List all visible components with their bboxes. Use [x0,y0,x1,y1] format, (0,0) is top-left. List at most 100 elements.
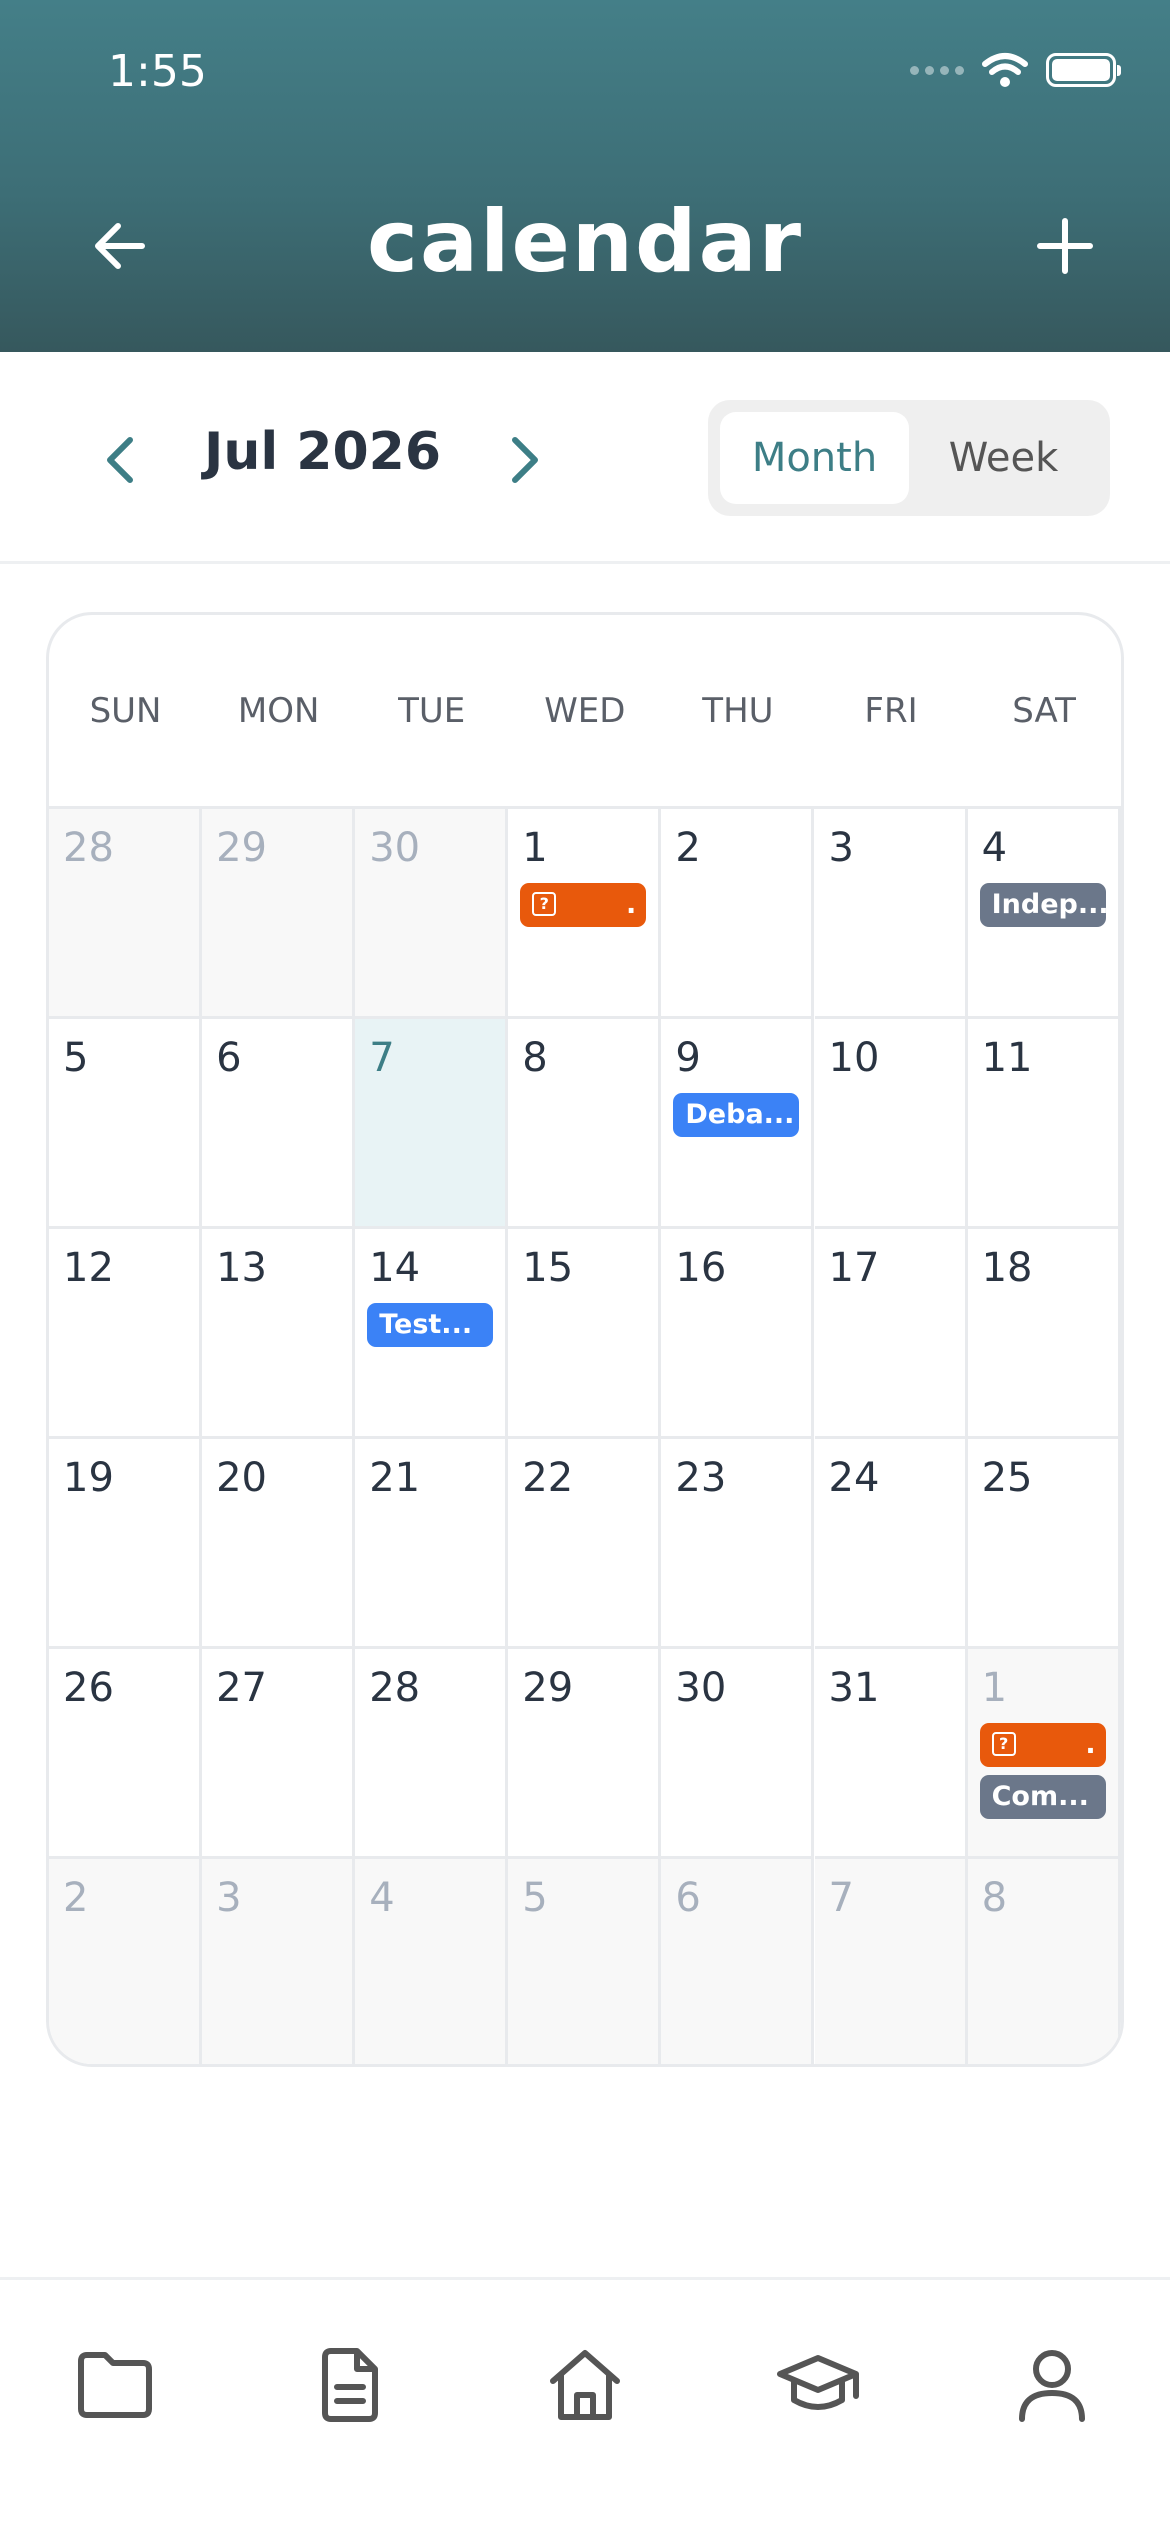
chevron-left-icon[interactable] [95,430,145,490]
day-cell[interactable]: 1?. [508,809,662,1019]
day-cell[interactable]: 17 [814,1229,968,1439]
event-chip[interactable]: Deba... [673,1093,800,1137]
calendar-screen: 1:55 calendar Jul 2026 Month Week SUN MO… [0,0,1170,2532]
day-cell[interactable]: 5 [508,1859,662,2064]
weekday-label: MON [237,691,320,731]
battery-icon [1046,53,1121,87]
day-cell[interactable]: 25 [967,1439,1121,1649]
event-chip[interactable]: Com... [979,1775,1106,1819]
day-cell[interactable]: 23 [661,1439,815,1649]
month-view-button[interactable]: Month [720,412,909,504]
day-number: 30 [675,1665,727,1711]
day-cell[interactable]: 2 [661,809,815,1019]
day-cell[interactable]: 15 [508,1229,662,1439]
day-number: 9 [675,1035,701,1081]
month-label: Jul 2026 [203,422,442,482]
day-cell[interactable]: 29 [202,809,356,1019]
chevron-right-icon[interactable] [500,430,550,490]
calendar-grid-card: SUN MON TUE WED THU FRI SAT 28 29 30 1?. 2 3 4… [46,612,1124,2067]
day-number: 13 [216,1245,267,1291]
day-number: 29 [522,1665,574,1711]
day-cell[interactable]: 8 [967,1859,1121,2064]
day-cell[interactable]: 24 [814,1439,968,1649]
weekday-header: SUN MON TUE WED THU FRI SAT [49,615,1121,809]
day-cell[interactable]: 2 [49,1859,203,2064]
add-icon[interactable] [1034,215,1096,277]
day-cell[interactable]: 27 [202,1649,356,1859]
weekday-label: SAT [1012,691,1076,731]
day-number: 8 [981,1875,1008,1921]
day-cell[interactable]: 1?. Com... [967,1649,1121,1859]
graduation-cap-icon[interactable] [773,2340,863,2430]
day-number: 4 [981,825,1008,871]
profile-icon[interactable] [1007,2340,1097,2430]
day-number: 7 [828,1875,854,1921]
home-icon[interactable] [540,2340,630,2430]
folder-icon[interactable] [70,2340,160,2430]
question-icon: ? [532,891,557,916]
day-number: 3 [216,1875,242,1921]
day-cell[interactable]: 3 [202,1859,356,2064]
event-chip[interactable]: ?. [979,1723,1106,1767]
day-cell[interactable]: 21 [355,1439,509,1649]
day-cell[interactable]: 28 [355,1649,509,1859]
day-cell[interactable]: 8 [508,1019,662,1229]
view-toggle: Month Week [708,400,1110,516]
day-cell[interactable]: 28 [49,809,203,1019]
day-cell[interactable]: 18 [967,1229,1121,1439]
event-chip[interactable]: ?. [520,883,647,927]
event-label: . [626,889,637,920]
weekday-label: TUE [398,691,466,731]
day-number: 2 [63,1875,89,1921]
day-number: 17 [828,1245,880,1291]
day-cell[interactable]: 31 [814,1649,968,1859]
day-number: 21 [369,1455,421,1501]
day-number: 1 [522,825,548,871]
calendar-toolbar: Jul 2026 Month Week [0,352,1170,564]
wifi-icon [982,53,1028,87]
day-cell[interactable]: 29 [508,1649,662,1859]
day-cell[interactable]: 5 [49,1019,203,1229]
day-cell[interactable]: 19 [49,1439,203,1649]
day-cell[interactable]: 11 [967,1019,1121,1229]
day-cell[interactable]: 4 [355,1859,509,2064]
day-cell[interactable]: 3 [814,809,968,1019]
day-number: 5 [522,1875,548,1921]
day-cell[interactable]: 30 [661,1649,815,1859]
weekday-label: FRI [864,691,918,731]
day-number: 27 [216,1665,267,1711]
day-cell[interactable]: 10 [814,1019,968,1229]
day-number: 7 [369,1035,395,1081]
day-number: 3 [828,825,854,871]
document-icon[interactable] [304,2340,394,2430]
day-number: 15 [522,1245,574,1291]
day-cell[interactable]: 20 [202,1439,356,1649]
weekday-label: WED [544,691,626,731]
day-number: 6 [675,1875,701,1921]
day-number: 12 [63,1245,114,1291]
day-number: 18 [981,1245,1033,1291]
day-cell[interactable]: 13 [202,1229,356,1439]
day-cell[interactable]: 30 [355,809,509,1019]
day-cell[interactable]: 12 [49,1229,203,1439]
week-view-button[interactable]: Week [909,412,1098,504]
day-number: 8 [522,1035,548,1081]
day-cell[interactable]: 6 [202,1019,356,1229]
day-cell[interactable]: 22 [508,1439,662,1649]
day-cell[interactable]: 14 Test... [355,1229,509,1439]
day-number: 2 [675,825,701,871]
event-chip[interactable]: Test... [367,1303,494,1347]
day-cell[interactable]: 6 [661,1859,815,2064]
day-number: 20 [216,1455,267,1501]
weekday-label: THU [702,691,774,731]
day-cell[interactable]: 7 [814,1859,968,2064]
event-chip[interactable]: Indep... [979,883,1106,927]
day-cell-today[interactable]: 7 [355,1019,509,1229]
day-cell[interactable]: 4 Indep... [967,809,1121,1019]
day-number: 30 [369,825,421,871]
day-cell[interactable]: 9 Deba... [661,1019,815,1229]
day-cell[interactable]: 16 [661,1229,815,1439]
day-number: 10 [828,1035,880,1081]
day-number: 19 [63,1455,114,1501]
day-cell[interactable]: 26 [49,1649,203,1859]
